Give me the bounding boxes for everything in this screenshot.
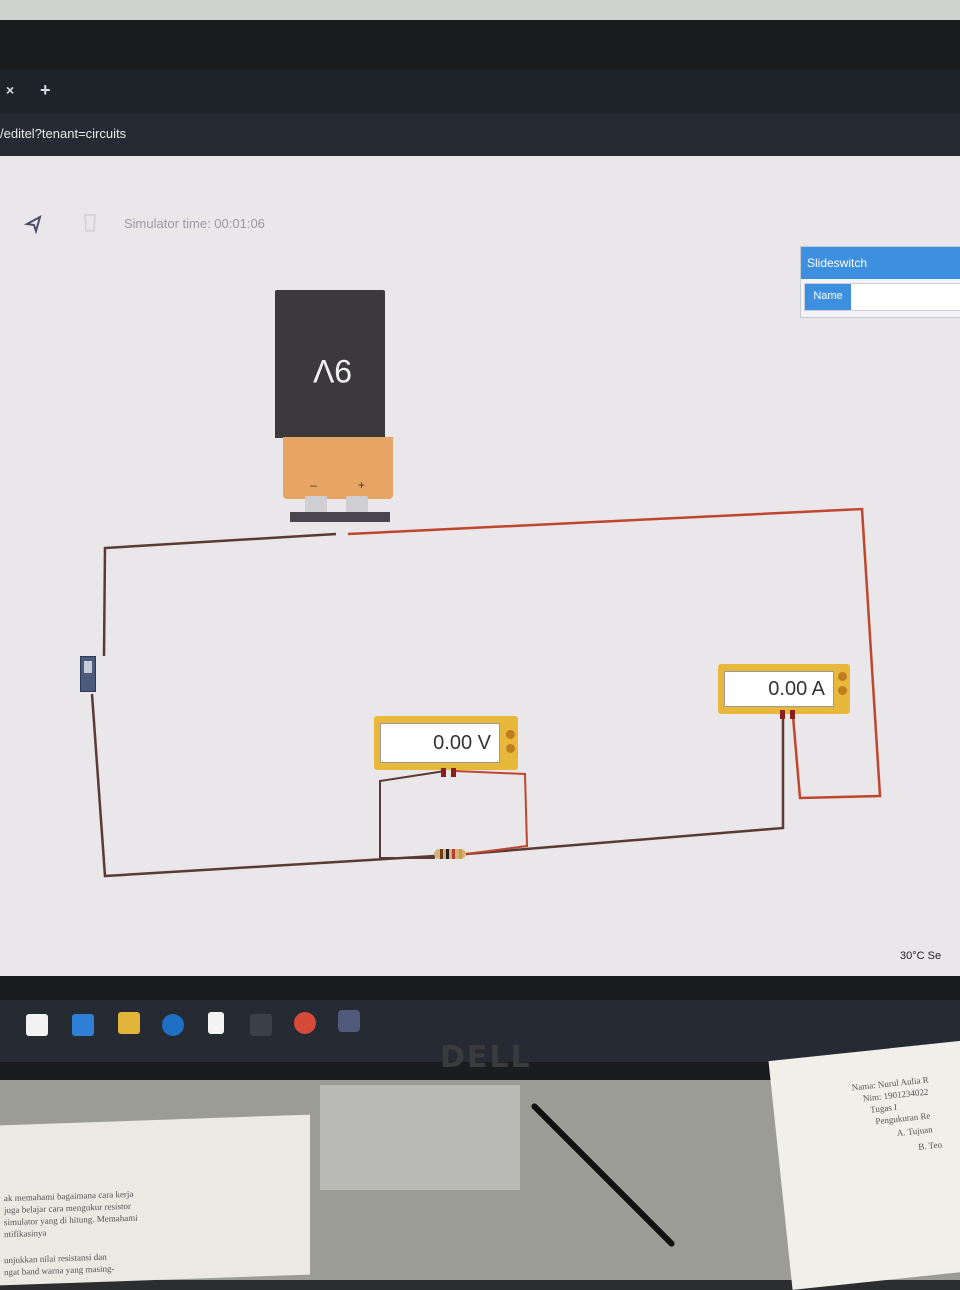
voltmeter-knob: [506, 744, 515, 753]
address-bar[interactable]: /editel?tenant=circuits: [0, 114, 960, 156]
paper-document-left: ak memahami bagaimana cara kerja juga be…: [0, 1114, 310, 1286]
store-icon[interactable]: [26, 1014, 48, 1036]
ammeter-knob: [838, 686, 847, 695]
document-icon[interactable]: [208, 1012, 224, 1034]
slide-switch[interactable]: [80, 656, 96, 692]
paper-text: A. Tujuan: [896, 1124, 934, 1139]
resistor-band: [440, 849, 443, 859]
resistor-band: [446, 849, 449, 859]
mail-icon[interactable]: [72, 1014, 94, 1036]
paper-text: ntifikasinya: [4, 1227, 47, 1240]
paper-text: B. Teo: [917, 1139, 943, 1152]
paper-text: ngat band warna yang masing-: [4, 1263, 115, 1278]
paper-text: simulator yang di hitung. Memahami: [4, 1212, 138, 1228]
circuit-editor-page: Simulator time: 00:01:06 Slideswitch Nam…: [0, 156, 960, 976]
voltmeter-display: 0.00 V: [380, 723, 500, 763]
tab-close-icon[interactable]: ×: [6, 82, 14, 98]
voltmeter[interactable]: 0.00 V: [374, 716, 518, 770]
voltmeter-probe-negative[interactable]: [441, 768, 446, 777]
new-tab-icon[interactable]: +: [40, 80, 51, 101]
resistor[interactable]: [434, 849, 466, 859]
battery-label: 9V: [313, 353, 353, 389]
circuit-wires: [90, 507, 882, 878]
app-icon[interactable]: [250, 1014, 272, 1036]
resistor-band: [459, 849, 462, 859]
battery-minus-label: –: [310, 478, 317, 492]
ammeter-probe-positive[interactable]: [790, 710, 795, 719]
ammeter-display: 0.00 A: [724, 671, 834, 707]
resistor-band: [452, 849, 455, 859]
voltmeter-knob: [506, 730, 515, 739]
battery-plus-label: +: [358, 478, 366, 492]
voltmeter-probe-positive[interactable]: [451, 768, 456, 777]
ammeter-knob: [838, 672, 847, 681]
ammeter-probe-negative[interactable]: [780, 710, 785, 719]
weather-indicator[interactable]: 30°C Se: [900, 950, 941, 962]
tab-strip: × +: [0, 70, 960, 112]
app-icon[interactable]: [162, 1014, 184, 1036]
monitor-brand-logo: DELL: [440, 1040, 532, 1075]
monitor-stand: [320, 1085, 520, 1190]
ammeter[interactable]: 0.00 A: [718, 664, 850, 714]
chrome-icon[interactable]: [294, 1012, 316, 1034]
url-text: /editel?tenant=circuits: [0, 126, 127, 141]
paper-document-right: Nama: Nurul Aulia R Nim: 1901234022 Tuga…: [768, 1040, 960, 1290]
paper-text: Tugas I: [869, 1101, 898, 1115]
file-explorer-icon[interactable]: [118, 1012, 140, 1034]
switch-knob[interactable]: [84, 661, 92, 673]
chrome-icon[interactable]: [338, 1010, 360, 1032]
battery-terminal-cap: [283, 437, 393, 499]
browser-chrome: × + /editel?tenant=circuits: [0, 70, 960, 156]
ammeter-reading: 0.00 A: [768, 678, 825, 700]
battery-base: [290, 512, 390, 522]
voltmeter-reading: 0.00 V: [433, 732, 491, 754]
